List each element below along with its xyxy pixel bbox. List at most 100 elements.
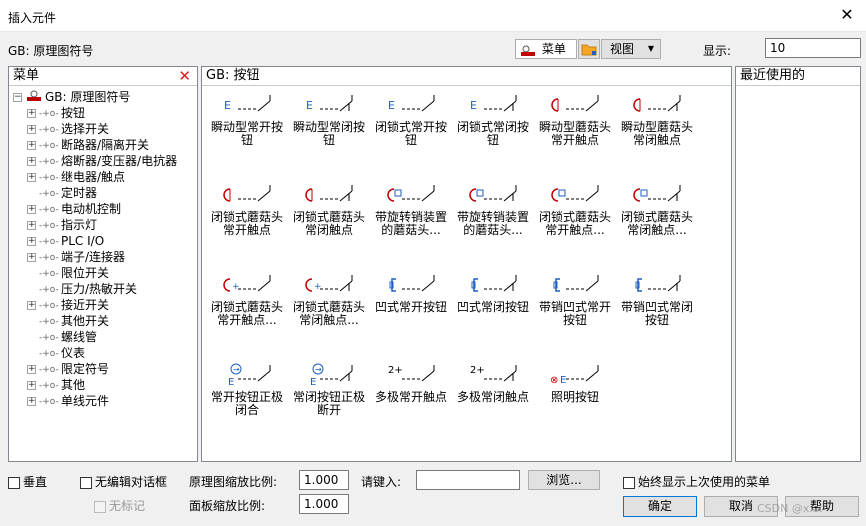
symbols-header: GB: 按钮	[202, 67, 731, 86]
tree-item[interactable]: + -+o- 指示灯	[13, 217, 177, 233]
display-count-input[interactable]: 10	[765, 38, 861, 58]
collapse-icon[interactable]: −	[13, 93, 22, 102]
symbol-item[interactable]: 闭锁式蘑菇头 常闭触点...	[616, 181, 698, 237]
symbol-item[interactable]: 凹式常开按钮	[370, 271, 452, 314]
symbol-item[interactable]: 2+ 多极常闭触点	[452, 361, 534, 404]
no-edit-dialog-label: 无编辑对话框	[95, 475, 168, 489]
symbols-panel: GB: 按钮 E 瞬动型常开按钮 E 瞬动型常闭按钮 E 闭锁式常开按钮 E 闭锁式常闭按钮瞬…	[201, 66, 732, 462]
expand-icon[interactable]: +	[27, 205, 36, 214]
tree-item[interactable]: -+o- 其他开关	[13, 313, 177, 329]
symbol-item[interactable]: 带销凹式常开 按钮	[534, 271, 616, 327]
symbol-item[interactable]: 瞬动型蘑菇头 常闭触点	[616, 91, 698, 147]
key-in-input[interactable]	[416, 470, 520, 490]
symbol-item[interactable]: E 瞬动型常闭按钮	[288, 91, 370, 147]
svg-text:E: E	[560, 375, 566, 386]
svg-text:⊗: ⊗	[550, 375, 558, 386]
symbol-item[interactable]: 带销凹式常闭 按钮	[616, 271, 698, 327]
checkbox-icon	[94, 500, 106, 513]
tree-item[interactable]: + -+o- 限定符号	[13, 361, 177, 377]
expand-icon[interactable]: +	[27, 109, 36, 118]
tree-item[interactable]: + -+o- 按钮	[13, 105, 177, 121]
contact-node-icon: -+o-	[39, 188, 59, 199]
panel-scale-input[interactable]: 1.000	[299, 494, 349, 514]
symbol-icon: E	[370, 91, 452, 121]
symbol-item[interactable]: 瞬动型蘑菇头 常开触点	[534, 91, 616, 147]
tree-item[interactable]: + -+o- 继电器/触点	[13, 169, 177, 185]
tree-item[interactable]: + -+o- 选择开关	[13, 121, 177, 137]
symbol-item[interactable]: E 闭锁式常开按钮	[370, 91, 452, 147]
schematic-scale-label: 原理图缩放比例:	[189, 475, 278, 489]
expand-icon[interactable]: +	[27, 141, 36, 150]
symbol-item[interactable]: + 闭锁式蘑菇头 常闭触点...	[288, 271, 370, 327]
close-icon[interactable]: ✕	[838, 6, 856, 24]
tree-item-label: 限位开关	[61, 266, 110, 280]
expand-icon[interactable]: +	[27, 125, 36, 134]
tree-item[interactable]: -+o- 仪表	[13, 345, 177, 361]
symbol-item[interactable]: 闭锁式蘑菇头 常开触点	[206, 181, 288, 237]
always-show-checkbox[interactable]: 始终显示上次使用的菜单	[623, 473, 770, 490]
tree-item[interactable]: + -+o- 电动机控制	[13, 201, 177, 217]
contact-node-icon: -+o-	[39, 284, 59, 295]
browse-button[interactable]: 浏览...	[528, 470, 600, 490]
expand-icon[interactable]: +	[27, 173, 36, 182]
symbol-caption: 凹式常闭按钮	[456, 300, 529, 314]
no-edit-dialog-checkbox[interactable]: 无编辑对话框	[80, 473, 167, 490]
expand-icon[interactable]: +	[27, 221, 36, 230]
contact-node-icon: -+o-	[39, 220, 59, 231]
folder-button[interactable]	[578, 39, 600, 59]
tree-item[interactable]: + -+o- 端子/连接器	[13, 249, 177, 265]
expand-icon[interactable]: +	[27, 365, 36, 374]
window-title: 插入元件	[8, 11, 57, 25]
tree-item[interactable]: + -+o- 其他	[13, 377, 177, 393]
contact-node-icon: -+o-	[39, 252, 59, 263]
symbol-item[interactable]: 带旋转销装置 的蘑菇头...	[452, 181, 534, 237]
tree-item-label: 选择开关	[61, 122, 110, 136]
svg-text:E: E	[224, 99, 231, 112]
symbol-icon	[288, 181, 370, 211]
symbol-item[interactable]: E 瞬动型常开按钮	[206, 91, 288, 147]
tree-item[interactable]: + -+o- 断路器/隔离开关	[13, 137, 177, 153]
symbol-item[interactable]: 2+ 多极常开触点	[370, 361, 452, 404]
menu-tree-panel: 菜单 ✕ − GB: 原理图符号 + -+o- 按钮 + -+o- 选择开关 + -+o- 断路器…	[8, 66, 198, 462]
tree-item[interactable]: -+o- 螺线管	[13, 329, 177, 345]
tree-item[interactable]: + -+o- PLC I/O	[13, 233, 177, 249]
chevron-down-icon: ▼	[647, 44, 654, 53]
symbol-caption: 多极常闭触点	[456, 390, 529, 404]
menu-button[interactable]: 菜单	[515, 39, 577, 59]
symbol-icon	[370, 181, 452, 211]
symbol-item[interactable]: + 闭锁式蘑菇头 常开触点...	[206, 271, 288, 327]
tree-item[interactable]: + -+o- 单线元件	[13, 393, 177, 409]
tree-root[interactable]: − GB: 原理图符号	[13, 89, 177, 105]
expand-icon[interactable]: +	[27, 157, 36, 166]
tree-item[interactable]: -+o- 压力/热敏开关	[13, 281, 177, 297]
tree-item[interactable]: + -+o- 接近开关	[13, 297, 177, 313]
tree-item[interactable]: -+o- 定时器	[13, 185, 177, 201]
schematic-scale-input[interactable]: 1.000	[299, 470, 349, 490]
symbol-item[interactable]: 带旋转销装置 的蘑菇头...	[370, 181, 452, 237]
symbol-item[interactable]: 闭锁式蘑菇头 常开触点...	[534, 181, 616, 237]
view-dropdown[interactable]: 视图 ▼	[601, 39, 661, 59]
vertical-checkbox[interactable]: 垂直	[8, 473, 47, 490]
expand-icon[interactable]: +	[27, 397, 36, 406]
tree-item[interactable]: + -+o- 熔断器/变压器/电抗器	[13, 153, 177, 169]
contact-node-icon: -+o-	[39, 332, 59, 343]
symbol-item[interactable]: ⊗ E 照明按钮	[534, 361, 616, 404]
svg-text:E: E	[310, 377, 316, 388]
symbol-caption: 按钮	[562, 313, 587, 327]
expand-icon[interactable]: +	[27, 301, 36, 310]
expand-icon[interactable]: +	[27, 381, 36, 390]
ok-button[interactable]: 确定	[623, 496, 697, 517]
symbol-item[interactable]: → E 常闭按钮正极 断开	[288, 361, 370, 417]
tree-item[interactable]: -+o- 限位开关	[13, 265, 177, 281]
contact-node-icon: -+o-	[39, 396, 59, 407]
expand-icon[interactable]: +	[27, 237, 36, 246]
svg-text:E: E	[228, 377, 234, 388]
symbol-icon: → E	[288, 361, 370, 391]
symbol-item[interactable]: 闭锁式蘑菇头 常闭触点	[288, 181, 370, 237]
symbol-item[interactable]: E 闭锁式常闭按钮	[452, 91, 534, 147]
symbol-item[interactable]: 凹式常闭按钮	[452, 271, 534, 314]
close-panel-icon[interactable]: ✕	[178, 67, 191, 85]
expand-icon[interactable]: +	[27, 253, 36, 262]
symbol-icon: 2+	[452, 361, 534, 391]
symbol-item[interactable]: → E 常开按钮正极 闭合	[206, 361, 288, 417]
